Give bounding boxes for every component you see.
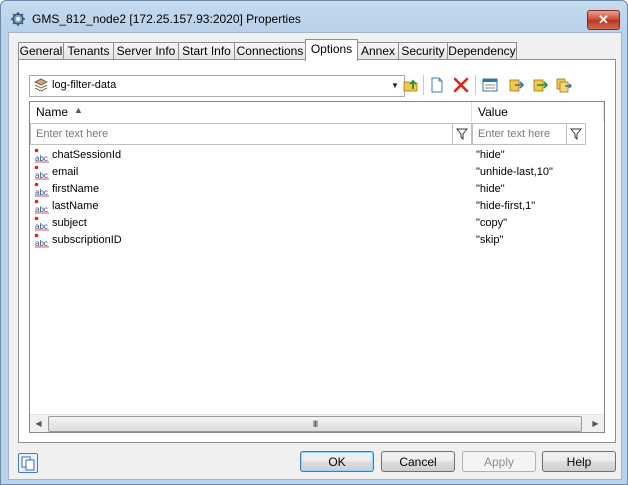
name-filter-button[interactable] xyxy=(452,124,471,144)
chevron-down-icon[interactable]: ▼ xyxy=(388,78,402,92)
abc-text-option-icon: abc xyxy=(34,216,49,231)
toolbar-separator xyxy=(475,75,476,95)
option-value: "hide" xyxy=(476,183,505,195)
column-header-value[interactable]: Value xyxy=(472,102,604,122)
option-name: chatSessionId xyxy=(52,149,122,161)
abc-text-option-icon: abc xyxy=(34,182,49,197)
sort-ascending-icon: ▲ xyxy=(74,105,83,115)
column-header-name-label: Name xyxy=(36,105,69,119)
tab-security[interactable]: Security xyxy=(398,42,448,60)
title-bar[interactable]: GMS_812_node2 [172.25.157.93:2020] Prope… xyxy=(1,1,627,35)
close-button[interactable]: ✕ xyxy=(587,10,620,30)
scroll-thumb[interactable]: III xyxy=(48,416,582,432)
scroll-right-arrow-icon[interactable]: ▶ xyxy=(587,415,604,432)
section-stack-icon xyxy=(34,78,48,92)
name-filter-placeholder: Enter text here xyxy=(36,128,109,140)
value-filter-button[interactable] xyxy=(566,124,585,144)
abc-text-option-icon: abc xyxy=(34,199,49,214)
tab-server-info[interactable]: Server Info xyxy=(113,42,179,60)
folder-up-button[interactable] xyxy=(401,75,421,95)
table-row[interactable]: abc subscriptionID "skip" xyxy=(30,232,604,249)
dialog-client-area: General Tenants Server Info Start Info C… xyxy=(8,32,622,480)
option-value: "skip" xyxy=(476,234,504,246)
option-name: subscriptionID xyxy=(52,234,122,246)
table-row[interactable]: abc firstName "hide" xyxy=(30,181,604,198)
column-header-name[interactable]: Name ▲ xyxy=(30,102,472,122)
abc-text-option-icon: abc xyxy=(34,148,49,163)
properties-icon xyxy=(482,78,498,92)
section-combobox[interactable]: log-filter-data ▼ xyxy=(29,75,405,97)
option-value: "hide" xyxy=(476,149,505,161)
option-name: lastName xyxy=(52,200,99,212)
scroll-left-arrow-icon[interactable]: ◀ xyxy=(30,415,47,432)
folder-up-icon xyxy=(403,79,418,92)
help-button[interactable]: Help xyxy=(542,451,616,472)
import-button[interactable] xyxy=(530,75,550,95)
abc-text-option-icon: abc xyxy=(34,233,49,248)
delete-option-button[interactable] xyxy=(451,75,471,95)
tab-connections[interactable]: Connections xyxy=(234,42,306,60)
filter-funnel-icon xyxy=(456,128,468,140)
table-row[interactable]: abc email "unhide-last,10" xyxy=(30,164,604,181)
new-document-icon xyxy=(431,77,443,93)
option-name: subject xyxy=(52,217,87,229)
option-value: "unhide-last,10" xyxy=(476,166,553,178)
options-tab-panel: log-filter-data ▼ Name ▲ Value Enter tex… xyxy=(18,59,616,443)
toolbar-separator xyxy=(423,75,424,95)
tab-dependency[interactable]: Dependency xyxy=(447,42,517,60)
export-button[interactable] xyxy=(506,75,526,95)
name-filter-field[interactable]: Enter text here xyxy=(30,123,472,145)
copy-window-button[interactable] xyxy=(18,453,38,473)
table-row[interactable]: abc subject "copy" xyxy=(30,215,604,232)
ok-button[interactable]: OK xyxy=(300,451,374,472)
option-name: firstName xyxy=(52,183,100,195)
section-combobox-value: log-filter-data xyxy=(52,79,117,91)
tab-annex[interactable]: Annex xyxy=(357,42,399,60)
options-grid: Name ▲ Value Enter text here Enter text … xyxy=(29,101,605,433)
cancel-button[interactable]: Cancel xyxy=(381,451,455,472)
column-header-value-label: Value xyxy=(478,105,508,119)
option-value: "copy" xyxy=(476,217,508,229)
import-icon xyxy=(533,79,548,92)
new-option-button[interactable] xyxy=(427,75,447,95)
value-filter-placeholder: Enter text here xyxy=(478,128,551,140)
apply-button[interactable]: Apply xyxy=(462,451,536,472)
table-row[interactable]: abc lastName "hide-first,1" xyxy=(30,198,604,215)
option-value: "hide-first,1" xyxy=(476,200,536,212)
properties-window: GMS_812_node2 [172.25.157.93:2020] Prope… xyxy=(0,0,628,485)
export-icon xyxy=(509,79,524,92)
filter-funnel-icon xyxy=(570,128,582,140)
tab-options[interactable]: Options xyxy=(305,39,358,61)
option-name: email xyxy=(52,166,79,178)
abc-text-option-icon: abc xyxy=(34,165,49,180)
table-row[interactable]: abc chatSessionId "hide" xyxy=(30,147,604,164)
window-title: GMS_812_node2 [172.25.157.93:2020] Prope… xyxy=(32,12,301,26)
tab-tenants[interactable]: Tenants xyxy=(63,42,114,60)
value-filter-field[interactable]: Enter text here xyxy=(472,123,586,145)
application-gear-icon xyxy=(11,12,25,26)
copy-export-icon xyxy=(556,78,572,93)
copy-icon xyxy=(21,456,35,471)
copy-export-button[interactable] xyxy=(554,75,574,95)
properties-button[interactable] xyxy=(480,75,500,95)
horizontal-scrollbar[interactable]: ◀ III ▶ xyxy=(30,414,604,432)
delete-icon xyxy=(453,77,469,93)
tab-start-info[interactable]: Start Info xyxy=(178,42,235,60)
tab-general[interactable]: General xyxy=(18,42,64,60)
